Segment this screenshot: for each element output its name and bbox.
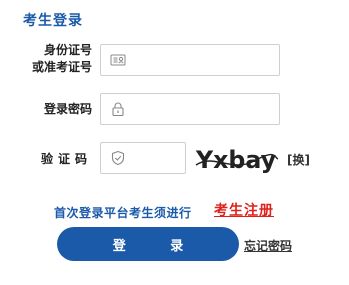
captcha-label: 验证码 xyxy=(40,152,92,166)
captcha-text: Yxbay xyxy=(195,146,276,174)
register-link[interactable]: 考生注册 xyxy=(214,200,274,220)
forgot-password-link[interactable]: 忘记密码 xyxy=(244,237,292,254)
captcha-field[interactable] xyxy=(100,142,186,174)
captcha-image[interactable]: Yxbay xyxy=(194,139,280,179)
lock-icon xyxy=(112,102,124,117)
login-button[interactable]: 登 录 xyxy=(57,227,239,261)
password-label: 登录密码 xyxy=(43,102,92,116)
shield-check-icon xyxy=(111,150,125,166)
id-card-icon xyxy=(110,54,126,66)
id-number-field[interactable] xyxy=(100,44,280,76)
captcha-input[interactable] xyxy=(127,143,181,173)
register-prompt: 首次登录平台考生须进行 xyxy=(54,206,192,220)
id-number-input[interactable] xyxy=(127,45,275,75)
password-input[interactable] xyxy=(127,94,275,124)
id-number-label: 身份证号 或准考证号 xyxy=(31,43,92,74)
refresh-captcha-link[interactable]: [换] xyxy=(287,151,310,168)
login-title: 考生登录 xyxy=(23,13,83,29)
password-field[interactable] xyxy=(100,93,280,125)
